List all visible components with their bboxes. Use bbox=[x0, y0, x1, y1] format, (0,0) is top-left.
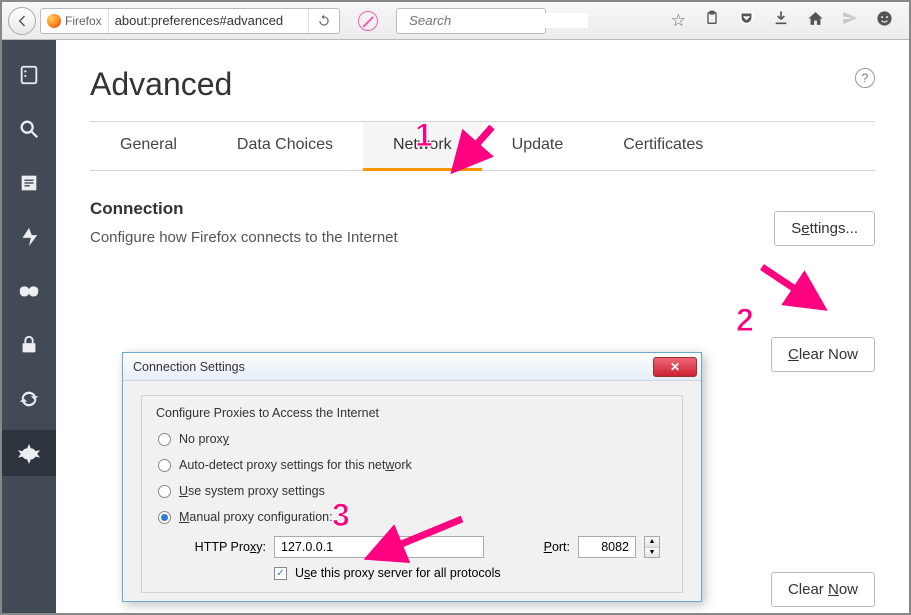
sidebar-item-search[interactable] bbox=[2, 106, 56, 152]
clipboard-icon[interactable] bbox=[704, 10, 720, 31]
sidebar-item-applications[interactable] bbox=[2, 214, 56, 260]
tab-update[interactable]: Update bbox=[482, 122, 594, 170]
send-icon[interactable] bbox=[842, 10, 858, 31]
radio-icon bbox=[158, 485, 171, 498]
browser-toolbar: Firefox ☆ bbox=[2, 2, 909, 40]
radio-label: Auto-detect proxy settings for this netw… bbox=[179, 458, 412, 472]
url-bar[interactable]: Firefox bbox=[40, 8, 340, 34]
connection-desc: Configure how Firefox connects to the In… bbox=[90, 229, 875, 246]
sidebar-item-sync[interactable] bbox=[2, 376, 56, 422]
clear-now-button[interactable]: Clear Now bbox=[771, 337, 875, 372]
page-title: Advanced bbox=[90, 66, 875, 103]
help-icon[interactable]: ? bbox=[855, 68, 875, 88]
download-icon[interactable] bbox=[773, 10, 789, 31]
tab-certificates[interactable]: Certificates bbox=[593, 122, 733, 170]
http-proxy-label: HTTP Proxy: bbox=[188, 540, 266, 554]
sidebar-item-security[interactable] bbox=[2, 322, 56, 368]
port-input[interactable] bbox=[578, 536, 636, 558]
proxy-fieldset: Configure Proxies to Access the Internet… bbox=[141, 395, 683, 593]
radio-label: Manual proxy configuration: bbox=[179, 510, 333, 524]
tab-general[interactable]: General bbox=[90, 122, 207, 170]
dialog-close-button[interactable]: ✕ bbox=[653, 357, 697, 377]
radio-icon bbox=[158, 511, 171, 524]
toolbar-icons: ☆ bbox=[671, 10, 893, 32]
sidebar-item-content[interactable] bbox=[2, 160, 56, 206]
http-proxy-row: HTTP Proxy: Port: ▲▼ bbox=[188, 536, 668, 558]
dialog-body: Configure Proxies to Access the Internet… bbox=[123, 381, 701, 601]
search-input[interactable] bbox=[409, 13, 588, 28]
connection-section: Connection Configure how Firefox connect… bbox=[90, 199, 875, 246]
preferences-sidebar bbox=[2, 40, 56, 613]
connection-settings-button[interactable]: Settings... bbox=[774, 211, 875, 246]
reload-button[interactable] bbox=[308, 9, 339, 33]
spinner-down[interactable]: ▼ bbox=[645, 548, 659, 558]
tab-data-choices[interactable]: Data Choices bbox=[207, 122, 363, 170]
sidebar-item-advanced[interactable] bbox=[2, 430, 56, 476]
firefox-icon bbox=[47, 14, 61, 28]
dialog-titlebar[interactable]: Connection Settings ✕ bbox=[123, 353, 701, 381]
star-icon[interactable]: ☆ bbox=[671, 11, 686, 31]
radio-icon bbox=[158, 459, 171, 472]
fieldset-legend: Configure Proxies to Access the Internet bbox=[152, 406, 668, 420]
checkbox-label: Use this proxy server for all protocols bbox=[295, 566, 501, 580]
radio-label: No proxy bbox=[179, 432, 229, 446]
radio-icon bbox=[158, 433, 171, 446]
face-icon[interactable] bbox=[876, 10, 893, 32]
sidebar-item-general[interactable] bbox=[2, 52, 56, 98]
blocked-icon[interactable] bbox=[358, 11, 378, 31]
radio-manual[interactable]: Manual proxy configuration: bbox=[156, 504, 668, 530]
radio-label: Use system proxy settings bbox=[179, 484, 325, 498]
radio-no-proxy[interactable]: No proxy bbox=[156, 426, 668, 452]
radio-system[interactable]: Use system proxy settings bbox=[156, 478, 668, 504]
identity-badge[interactable]: Firefox bbox=[41, 9, 109, 33]
close-icon: ✕ bbox=[670, 360, 680, 374]
spinner-up[interactable]: ▲ bbox=[645, 537, 659, 548]
use-for-all-row[interactable]: ✓ Use this proxy server for all protocol… bbox=[274, 566, 668, 580]
radio-auto-detect[interactable]: Auto-detect proxy settings for this netw… bbox=[156, 452, 668, 478]
checkbox-icon: ✓ bbox=[274, 567, 287, 580]
search-bar[interactable] bbox=[396, 8, 546, 34]
dialog-title: Connection Settings bbox=[133, 360, 245, 374]
connection-settings-dialog: Connection Settings ✕ Configure Proxies … bbox=[122, 352, 702, 602]
port-label: Port: bbox=[492, 540, 570, 554]
advanced-tabs: General Data Choices Network Update Cert… bbox=[90, 121, 875, 171]
back-button[interactable] bbox=[8, 7, 36, 35]
clear-now-button-2[interactable]: Clear Now bbox=[771, 572, 875, 607]
tab-network[interactable]: Network bbox=[363, 122, 482, 171]
pocket-icon[interactable] bbox=[738, 10, 755, 32]
sidebar-item-privacy[interactable] bbox=[2, 268, 56, 314]
port-spinner[interactable]: ▲▼ bbox=[644, 536, 660, 558]
home-icon[interactable] bbox=[807, 10, 824, 32]
connection-heading: Connection bbox=[90, 199, 875, 219]
identity-label: Firefox bbox=[65, 14, 102, 28]
http-proxy-input[interactable] bbox=[274, 536, 484, 558]
url-input[interactable] bbox=[109, 13, 308, 28]
